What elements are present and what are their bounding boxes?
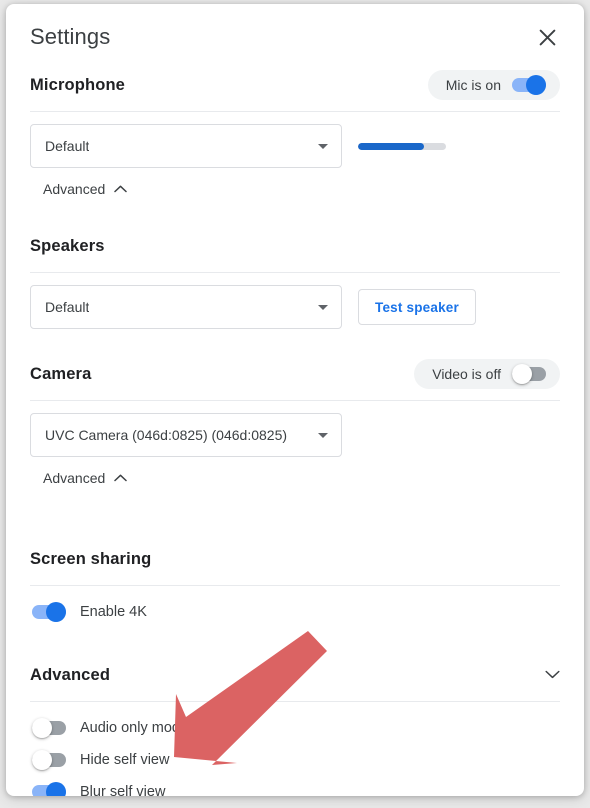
- video-toggle-label: Video is off: [432, 366, 501, 382]
- advanced-option-switch[interactable]: [32, 750, 66, 770]
- camera-section: Camera Video is off UVC Camera (046d:082…: [30, 357, 560, 488]
- microphone-heading: Microphone: [30, 75, 125, 94]
- screen-sharing-heading-row: Screen sharing: [30, 542, 560, 576]
- switch-knob: [32, 750, 52, 770]
- advanced-option-row[interactable]: Hide self view: [32, 744, 560, 776]
- camera-device-value: UVC Camera (046d:0825) (046d:0825): [45, 427, 288, 443]
- advanced-option-switch[interactable]: [32, 718, 66, 738]
- advanced-section: Advanced Audio only mode Hide self view Bl…: [30, 658, 560, 796]
- screen-sharing-section: Screen sharing Enable 4K: [30, 542, 560, 628]
- microphone-heading-row: Microphone Mic is on: [30, 68, 560, 102]
- camera-advanced-link[interactable]: Advanced: [43, 469, 128, 487]
- speakers-device-select[interactable]: Default: [30, 285, 342, 329]
- camera-advanced-label: Advanced: [43, 470, 106, 486]
- video-toggle[interactable]: Video is off: [414, 359, 560, 389]
- advanced-options: Audio only mode Hide self view Blur self v…: [32, 712, 560, 796]
- chevron-up-icon: [114, 469, 128, 487]
- switch-knob: [526, 75, 546, 95]
- camera-heading-row: Camera Video is off: [30, 357, 560, 391]
- speakers-heading-row: Speakers: [30, 229, 560, 263]
- microphone-device-select[interactable]: Default: [30, 124, 342, 168]
- advanced-option-label: Audio only mode: [80, 720, 189, 736]
- advanced-option-label: Blur self view: [80, 784, 166, 796]
- mic-switch[interactable]: [512, 75, 546, 95]
- microphone-device-value: Default: [45, 138, 90, 154]
- chevron-down-icon: [318, 433, 328, 438]
- chevron-down-icon: [318, 305, 328, 310]
- close-icon: [539, 29, 556, 46]
- camera-divider: [30, 400, 560, 401]
- screen-sharing-heading: Screen sharing: [30, 549, 152, 568]
- test-speaker-button[interactable]: Test speaker: [358, 289, 476, 325]
- switch-knob: [32, 718, 52, 738]
- chevron-down-icon[interactable]: [545, 666, 560, 684]
- camera-device-select[interactable]: UVC Camera (046d:0825) (046d:0825): [30, 413, 342, 457]
- mic-toggle[interactable]: Mic is on: [427, 70, 560, 100]
- screen-sharing-divider: [30, 585, 560, 586]
- settings-dialog: Settings Microphone Mic is on Default Ad…: [6, 4, 584, 796]
- dialog-header: Settings: [30, 4, 560, 62]
- microphone-divider: [30, 111, 560, 112]
- speakers-heading: Speakers: [30, 236, 105, 255]
- screen-sharing-option-switch[interactable]: [32, 602, 66, 622]
- video-switch[interactable]: [512, 364, 546, 384]
- microphone-section: Microphone Mic is on Default Advanced: [30, 68, 560, 199]
- speakers-section: Speakers Default Test speaker: [30, 229, 560, 329]
- screen-sharing-options: Enable 4K: [32, 596, 560, 628]
- switch-knob: [512, 364, 532, 384]
- switch-knob: [46, 782, 66, 796]
- advanced-option-row[interactable]: Audio only mode: [32, 712, 560, 744]
- mic-level-fill: [358, 142, 424, 150]
- speakers-divider: [30, 272, 560, 273]
- camera-device-row: UVC Camera (046d:0825) (046d:0825): [30, 413, 560, 457]
- advanced-option-switch[interactable]: [32, 782, 66, 796]
- chevron-up-icon: [114, 180, 128, 198]
- advanced-heading-row[interactable]: Advanced: [30, 658, 560, 692]
- switch-knob: [46, 602, 66, 622]
- camera-heading: Camera: [30, 364, 92, 383]
- speakers-device-value: Default: [45, 299, 90, 315]
- screen-sharing-option-label: Enable 4K: [80, 604, 147, 620]
- speakers-device-row: Default Test speaker: [30, 285, 560, 329]
- advanced-option-label: Hide self view: [80, 752, 170, 768]
- advanced-option-row[interactable]: Blur self view: [32, 776, 560, 796]
- microphone-advanced-link[interactable]: Advanced: [43, 180, 128, 198]
- mic-toggle-label: Mic is on: [445, 77, 501, 93]
- advanced-heading: Advanced: [30, 665, 111, 684]
- close-button[interactable]: [532, 22, 562, 52]
- microphone-device-row: Default: [30, 124, 560, 168]
- screen-sharing-option-row[interactable]: Enable 4K: [32, 596, 560, 628]
- microphone-advanced-label: Advanced: [43, 181, 106, 197]
- chevron-down-icon: [318, 144, 328, 149]
- page-title: Settings: [30, 24, 111, 49]
- advanced-divider: [30, 701, 560, 702]
- mic-level-meter: [358, 142, 446, 150]
